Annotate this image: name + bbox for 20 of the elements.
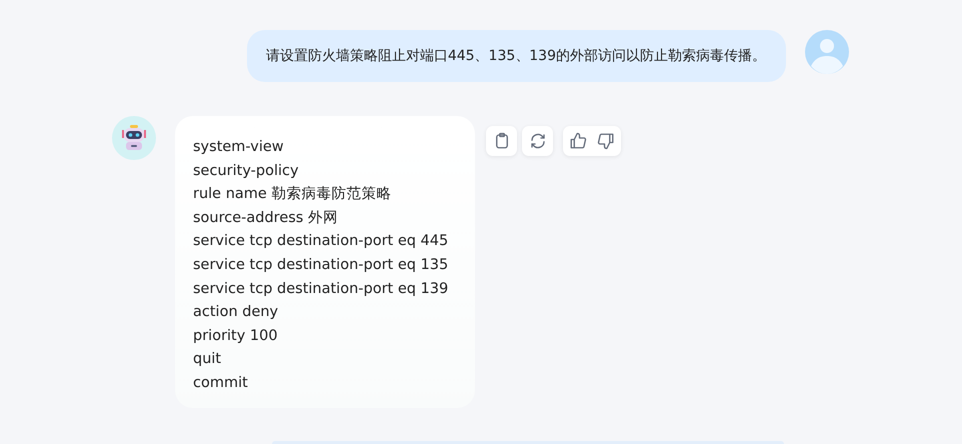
code-line: quit bbox=[193, 350, 222, 370]
copy-button[interactable] bbox=[486, 126, 517, 156]
code-line: system-view bbox=[193, 138, 285, 157]
user-avatar-icon bbox=[805, 30, 849, 74]
thumbs-down-icon bbox=[597, 132, 615, 150]
code-line: rule name 勒索病毒防范策略 bbox=[193, 185, 392, 204]
message-text: 请设置防火墙策略阻止对端口445、135、139的外部访问以防止勒索病毒传播。 bbox=[246, 30, 786, 82]
code-line: service tcp destination-port eq 135 bbox=[193, 256, 450, 275]
code-line: priority 100 bbox=[193, 326, 279, 346]
code-line: service tcp destination-port eq 445 bbox=[193, 232, 450, 252]
feedback-buttons[interactable] bbox=[563, 126, 621, 156]
code-line: source-address 外网 bbox=[193, 208, 339, 228]
robot-avatar-icon bbox=[112, 116, 156, 160]
code-line: action deny bbox=[193, 303, 280, 322]
code-line: security-policy bbox=[193, 162, 300, 181]
code-line: commit bbox=[193, 374, 249, 393]
regenerate-button[interactable] bbox=[522, 126, 553, 156]
thumbs-up-icon bbox=[569, 132, 587, 150]
code-line: service tcp destination-port eq 139 bbox=[193, 280, 450, 299]
refresh-icon bbox=[528, 132, 546, 150]
